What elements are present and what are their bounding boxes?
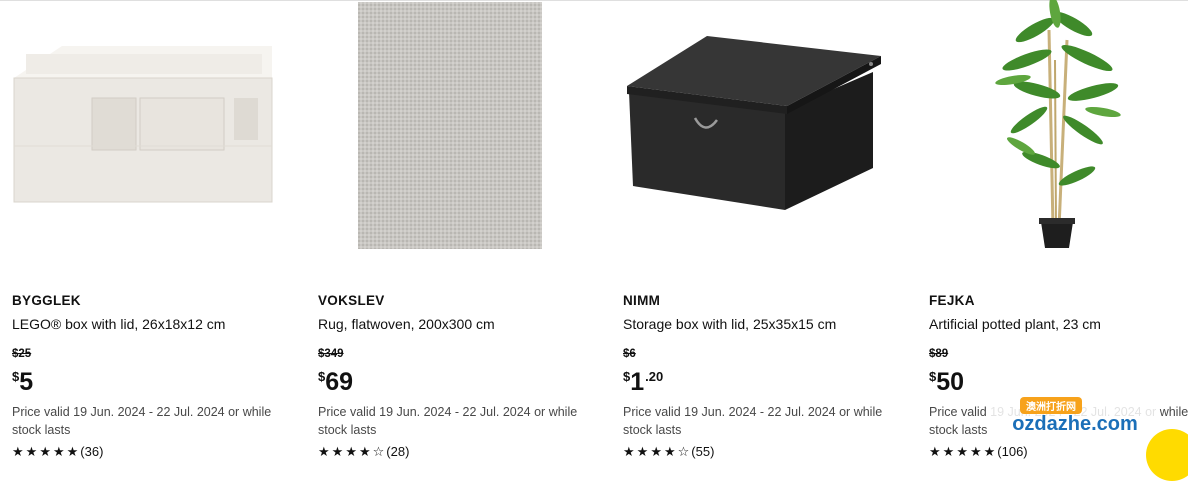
current-price: $ 1 .20: [623, 367, 905, 397]
product-card[interactable]: NIMM Storage box with lid, 25x35x15 cm $…: [611, 0, 911, 459]
star-rating[interactable]: ★ ★ ★ ★ ★ (36): [12, 443, 294, 461]
currency-symbol: $: [929, 369, 937, 384]
price-validity: Price valid 19 Jun. 2024 - 22 Jul. 2024 …: [623, 405, 883, 437]
price-validity: Price valid 19 Jun. 2024 - 22 Jul. 2024 …: [318, 405, 578, 437]
currency-symbol: $: [318, 369, 326, 384]
star-empty-icon: ☆: [677, 444, 690, 459]
watermark-subtitle: 澳洲打折网: [1020, 397, 1082, 414]
product-image[interactable]: [611, 0, 911, 270]
product-description[interactable]: Storage box with lid, 25x35x15 cm: [623, 315, 905, 333]
product-image[interactable]: [306, 0, 606, 270]
product-image[interactable]: [0, 0, 300, 270]
price-decimal: .20: [645, 369, 664, 384]
star-icon: ★: [345, 444, 357, 459]
product-name[interactable]: VOKSLEV: [318, 292, 600, 309]
lego-box-icon: [13, 46, 273, 203]
star-icon: ★: [12, 444, 24, 459]
currency-symbol: $: [623, 369, 631, 384]
watermark-text: ozdazhe.com: [1012, 412, 1138, 435]
star-icon: ★: [358, 444, 371, 459]
current-price: $ 50: [929, 367, 1188, 397]
star-rating[interactable]: ★ ★ ★ ★ ☆ (28): [318, 443, 600, 461]
previous-price: $89: [929, 348, 949, 360]
price-integer: 1: [630, 368, 645, 396]
black-storage-box-icon: [627, 36, 881, 210]
product-name[interactable]: BYGGLEK: [12, 292, 294, 309]
star-icon: ★: [942, 444, 955, 459]
star-half-icon: ★: [66, 444, 79, 459]
review-count: (36): [80, 444, 104, 459]
price-integer: 50: [936, 368, 965, 396]
product-description[interactable]: LEGO® box with lid, 26x18x12 cm: [12, 315, 294, 333]
price-integer: 69: [325, 368, 354, 396]
product-card[interactable]: BYGGLEK LEGO® box with lid, 26x18x12 cm …: [0, 0, 300, 459]
site-watermark: 澳洲打折网 ozdazhe.com: [990, 397, 1160, 445]
star-icon: ★: [318, 444, 330, 459]
product-description[interactable]: Rug, flatwoven, 200x300 cm: [318, 315, 600, 333]
previous-price: $25: [12, 348, 32, 360]
star-icon: ★: [636, 444, 649, 459]
price-validity: Price valid 19 Jun. 2024 - 22 Jul. 2024 …: [12, 405, 272, 437]
star-icon: ★: [331, 444, 344, 459]
review-count: (106): [997, 444, 1028, 459]
star-icon: ★: [663, 444, 676, 459]
star-empty-icon: ☆: [372, 444, 385, 459]
rug-icon: [358, 2, 542, 249]
product-name[interactable]: NIMM: [623, 292, 905, 309]
product-name[interactable]: FEJKA: [929, 292, 1188, 309]
currency-symbol: $: [12, 369, 20, 384]
product-description[interactable]: Artificial potted plant, 23 cm: [929, 315, 1188, 333]
star-icon: ★: [25, 444, 38, 459]
star-rating[interactable]: ★ ★ ★ ★ ☆ (55): [623, 443, 905, 461]
star-icon: ★: [650, 444, 662, 459]
star-icon: ★: [52, 444, 65, 459]
review-count: (55): [691, 444, 715, 459]
product-grid: BYGGLEK LEGO® box with lid, 26x18x12 cm …: [0, 0, 1188, 459]
bamboo-plant-icon: [995, 0, 1121, 248]
star-icon: ★: [929, 444, 941, 459]
current-price: $ 69: [318, 367, 600, 397]
current-price: $ 5: [12, 367, 294, 397]
star-icon: ★: [969, 444, 982, 459]
previous-price: $349: [318, 348, 344, 360]
product-image[interactable]: [917, 0, 1188, 270]
star-icon: ★: [39, 444, 51, 459]
star-icon: ★: [956, 444, 968, 459]
previous-price: $6: [623, 348, 636, 360]
price-integer: 5: [19, 368, 34, 396]
review-count: (28): [386, 444, 410, 459]
star-icon: ★: [983, 444, 996, 459]
star-icon: ★: [623, 444, 635, 459]
chat-button[interactable]: [1146, 429, 1188, 481]
product-card[interactable]: FEJKA Artificial potted plant, 23 cm $89…: [917, 0, 1188, 459]
product-card[interactable]: VOKSLEV Rug, flatwoven, 200x300 cm $349 …: [306, 0, 606, 459]
